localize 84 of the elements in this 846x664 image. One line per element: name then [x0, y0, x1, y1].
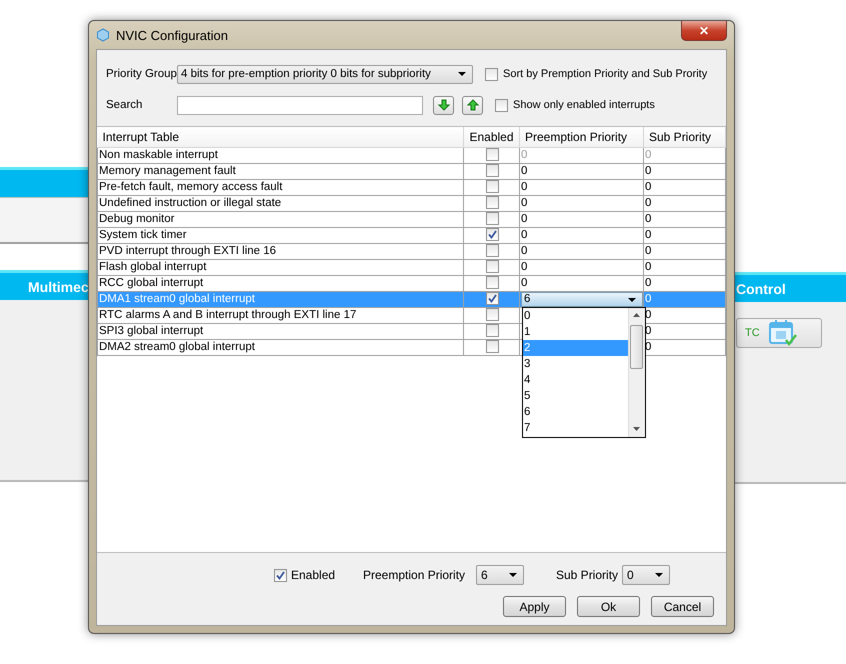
- table-cell: DMA1 stream0 global interrupt: [98, 292, 464, 308]
- previous-button[interactable]: [462, 96, 483, 114]
- table-cell: 0: [521, 245, 528, 257]
- column-header[interactable]: Sub Priority: [644, 127, 726, 148]
- search-field[interactable]: [177, 96, 423, 114]
- dropdown-option[interactable]: 3: [523, 356, 628, 372]
- dialog-button[interactable]: Cancel: [651, 596, 714, 617]
- table-cell: 0: [521, 181, 528, 193]
- checkbox[interactable]: [486, 292, 498, 306]
- checkbox[interactable]: [486, 244, 498, 258]
- table-cell: 0: [645, 165, 652, 177]
- checkbox[interactable]: [486, 276, 498, 290]
- table-cell: 0: [645, 197, 652, 209]
- dropdown-option[interactable]: 5: [523, 388, 628, 404]
- arrow-down-icon: [438, 99, 450, 111]
- column-header[interactable]: Interrupt Table: [98, 127, 464, 148]
- checkbox[interactable]: [486, 260, 498, 274]
- checkbox-label: Show only enabled interrupts: [513, 99, 655, 111]
- table-cell: Flash global interrupt: [98, 260, 464, 276]
- column-header[interactable]: Enabled: [464, 127, 520, 148]
- checkbox[interactable]: [486, 228, 498, 242]
- priority-dropdown[interactable]: 6: [476, 565, 524, 585]
- panel-title: Control: [735, 280, 786, 296]
- priority-dropdown[interactable]: 0: [622, 565, 670, 585]
- table-cell: Memory management fault: [98, 164, 464, 180]
- checkbox[interactable]: [274, 568, 287, 582]
- checkbox[interactable]: [485, 68, 498, 80]
- table-cell: 0: [645, 149, 652, 161]
- dialog-button[interactable]: Ok: [577, 596, 640, 617]
- priority-dropdown[interactable]: 6: [521, 292, 643, 307]
- arrow-up-icon: [466, 99, 478, 111]
- dropdown-option[interactable]: 6: [523, 404, 628, 420]
- close-button[interactable]: ✕: [681, 21, 727, 41]
- table-cell: SPI3 global interrupt: [98, 324, 464, 340]
- checkbox[interactable]: [486, 196, 498, 210]
- dropdown-option[interactable]: 7: [523, 420, 628, 436]
- table-cell: Pre-fetch fault, memory access fault: [98, 180, 464, 196]
- scroll-down-icon: [633, 427, 640, 431]
- table-cell: PVD interrupt through EXTI line 16: [98, 244, 464, 260]
- table-cell: 0: [521, 197, 528, 209]
- table-cell: 0: [645, 277, 652, 289]
- checkbox[interactable]: [486, 324, 498, 338]
- priority-group-dropdown[interactable]: 4 bits for pre-emption priority 0 bits for subpriority: [177, 64, 473, 84]
- table-cell: System tick timer: [98, 228, 464, 244]
- app-icon: [96, 28, 110, 42]
- panel-title: Multimec: [27, 278, 89, 294]
- checkbox-label: Enabled: [291, 568, 336, 582]
- next-button[interactable]: [433, 96, 454, 114]
- field-label: Sub Priority: [556, 568, 620, 582]
- table-cell: Undefined instruction or illegal state: [98, 196, 464, 212]
- checkbox[interactable]: [486, 164, 498, 178]
- table-cell: 0: [521, 213, 528, 225]
- table-cell: Debug monitor: [98, 212, 464, 228]
- field-label: Preemption Priority: [363, 568, 466, 582]
- checkbox-label: Sort by Premption Priority and Sub Prority: [503, 68, 708, 80]
- table-cell: 0: [645, 213, 652, 225]
- checkbox[interactable]: [495, 98, 508, 112]
- table-cell: 0: [521, 261, 528, 273]
- checkbox[interactable]: [486, 212, 498, 226]
- table-cell: 0: [645, 181, 652, 193]
- field-label: Priority Group: [106, 68, 177, 80]
- table-cell: 0: [521, 277, 528, 289]
- table-cell: DMA2 stream0 global interrupt: [98, 340, 464, 356]
- dropdown-value: 4 bits for pre-emption priority 0 bits for subpriority: [181, 68, 431, 80]
- table-cell: 0: [645, 245, 652, 257]
- field-label: Search: [106, 99, 144, 111]
- table-cell: 0: [645, 229, 652, 241]
- window-title: NVIC Configuration: [116, 28, 228, 42]
- calendar-icon: [768, 319, 798, 347]
- dialog-button[interactable]: Apply: [503, 596, 566, 617]
- checkbox[interactable]: [486, 308, 498, 322]
- table-cell: Non maskable interrupt: [98, 148, 464, 164]
- scroll-up-icon: [633, 313, 640, 317]
- table-cell: 0: [645, 261, 652, 273]
- column-header[interactable]: Preemption Priority: [520, 127, 644, 148]
- dropdown-option[interactable]: 4: [523, 372, 628, 388]
- scrollbar[interactable]: [628, 308, 645, 437]
- table-cell: 0: [521, 229, 528, 241]
- table-cell: 0: [645, 293, 652, 305]
- table-cell: RTC alarms A and B interrupt through EXTI line 17: [98, 308, 464, 324]
- checkbox[interactable]: [486, 340, 498, 354]
- table-cell: 0: [521, 149, 528, 161]
- table-cell: 0: [521, 165, 528, 177]
- checkbox[interactable]: [486, 180, 498, 194]
